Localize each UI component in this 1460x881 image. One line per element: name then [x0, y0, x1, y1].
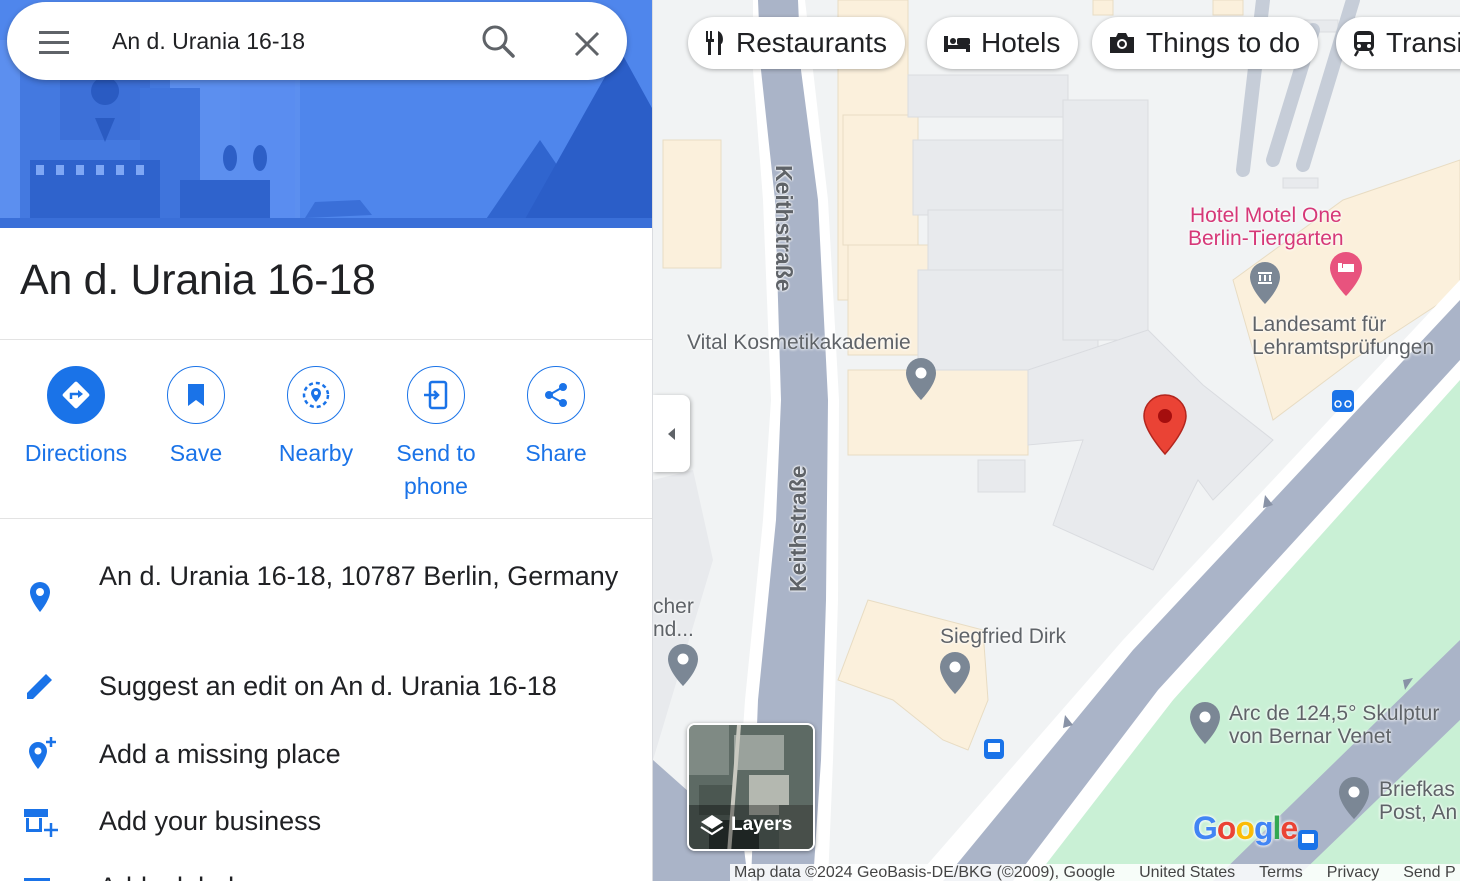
divider: [0, 518, 652, 519]
send-to-phone-button[interactable]: Send to phone: [376, 366, 496, 503]
terms-link[interactable]: Terms: [1259, 864, 1303, 881]
poi-pin-icon[interactable]: [665, 642, 701, 688]
poi-pin-icon[interactable]: [1336, 775, 1372, 821]
add-missing-place-text: Add a missing place: [99, 739, 341, 769]
search-input[interactable]: [112, 22, 462, 60]
add-business-icon: [24, 809, 58, 837]
privacy-link[interactable]: Privacy: [1327, 864, 1379, 881]
map-attribution: Map data ©2024 GeoBasis-DE/BKG (©2009), …: [734, 863, 1116, 881]
save-circle: [167, 366, 225, 424]
nearby-icon: [302, 381, 330, 409]
layers-label: Layers: [731, 814, 793, 835]
nearby-circle: [287, 366, 345, 424]
menu-button[interactable]: [35, 24, 75, 60]
add-business-text: Add your business: [99, 806, 322, 836]
hamburger-menu-icon: [39, 31, 69, 54]
search-icon: [482, 25, 515, 58]
label-icon: [24, 878, 50, 881]
poi-label-landesamt[interactable]: Landesamt für Lehramtsprüfungen: [1252, 313, 1434, 359]
chip-transit[interactable]: Transit: [1336, 17, 1460, 69]
poi-pin-icon[interactable]: [903, 356, 939, 402]
poi-label-partial[interactable]: cher nd...: [653, 595, 694, 641]
selected-location-pin-icon[interactable]: [1141, 393, 1189, 457]
region-link[interactable]: United States: [1139, 864, 1235, 881]
chip-transit-label: Transit: [1386, 27, 1460, 58]
map-canvas[interactable]: Keithstraße Keithstraße Hotel Motel One …: [653, 0, 1460, 881]
bike-share-icon: [1332, 390, 1354, 412]
chevron-left-icon: [667, 427, 675, 440]
map-footer: Map data ©2024 GeoBasis-DE/BKG (©2009), …: [730, 864, 1460, 881]
chip-restaurants-label: Restaurants: [736, 27, 887, 58]
poi-label-briefkasten[interactable]: Briefkas Post, An: [1379, 778, 1457, 824]
send-to-phone-icon: [424, 380, 448, 410]
layers-label-group: Layers: [699, 813, 792, 837]
divider: [0, 339, 652, 340]
place-panel: An d. Urania 16-18 Directions Save: [0, 0, 653, 881]
chip-things-to-do-label: Things to do: [1146, 27, 1301, 58]
chip-restaurants[interactable]: Restaurants: [688, 17, 905, 69]
poi-label-siegfried-dirk[interactable]: Siegfried Dirk: [940, 625, 1066, 648]
save-label: Save: [169, 440, 223, 466]
collapse-panel-button[interactable]: [653, 395, 690, 472]
restaurant-icon: [706, 31, 723, 55]
search-button[interactable]: [479, 22, 519, 62]
nearby-label: Nearby: [278, 440, 354, 466]
add-label-text: Add a label: [99, 866, 619, 881]
send-to-phone-label: Send to phone: [396, 440, 476, 499]
save-button[interactable]: Save: [136, 366, 256, 470]
hotel-icon: [944, 36, 970, 52]
add-location-icon: [29, 737, 56, 769]
street-label-keithstrasse: Keithstraße: [771, 165, 797, 292]
clear-search-button[interactable]: [567, 24, 607, 64]
close-icon: [574, 31, 600, 57]
chip-things-to-do[interactable]: Things to do: [1092, 17, 1319, 69]
bus-stop-icon: [1298, 830, 1318, 850]
address-text: An d. Urania 16-18, 10787 Berlin, German…: [99, 561, 619, 591]
museum-pin-icon[interactable]: [1247, 260, 1283, 306]
send-to-phone-circle: [407, 366, 465, 424]
bookmark-icon: [188, 384, 204, 406]
suggest-edit-text: Suggest an edit on An d. Urania 16-18: [99, 671, 557, 701]
nearby-button[interactable]: Nearby: [256, 366, 376, 470]
send-feedback-link[interactable]: Send P: [1403, 864, 1455, 881]
poi-label-hotel-motel-one[interactable]: Hotel Motel One Berlin-Tiergarten: [1188, 204, 1344, 250]
directions-button[interactable]: Directions: [16, 366, 136, 470]
location-pin-icon: [30, 582, 50, 612]
share-label: Share: [525, 440, 587, 466]
camera-icon: [1110, 33, 1134, 53]
transit-icon: [1353, 31, 1375, 57]
layers-icon: [700, 815, 724, 836]
pencil-icon: [27, 674, 52, 699]
hotel-pin-icon[interactable]: [1328, 250, 1364, 298]
bus-stop-icon: [984, 739, 1004, 759]
google-logo: Google: [1193, 810, 1298, 846]
directions-icon: [62, 381, 90, 409]
share-button[interactable]: Share: [496, 366, 616, 470]
poi-pin-icon[interactable]: [937, 650, 973, 696]
share-circle: [527, 366, 585, 424]
place-title: An d. Urania 16-18: [20, 256, 376, 304]
chip-hotels-label: Hotels: [981, 27, 1061, 58]
directions-circle: [47, 366, 105, 424]
poi-pin-icon[interactable]: [1187, 700, 1223, 746]
share-icon: [545, 383, 567, 407]
search-box: [7, 2, 627, 80]
poi-label-arc-skulptur[interactable]: Arc de 124,5° Skulptur von Bernar Venet: [1229, 702, 1439, 748]
street-label-keithstrasse-2: Keithstraße: [785, 465, 811, 592]
directions-label: Directions: [24, 440, 128, 466]
layers-button[interactable]: Layers: [687, 723, 815, 851]
chip-hotels[interactable]: Hotels: [927, 17, 1079, 69]
poi-label-vital-kosmetikakademie[interactable]: Vital Kosmetikakademie: [687, 331, 911, 354]
